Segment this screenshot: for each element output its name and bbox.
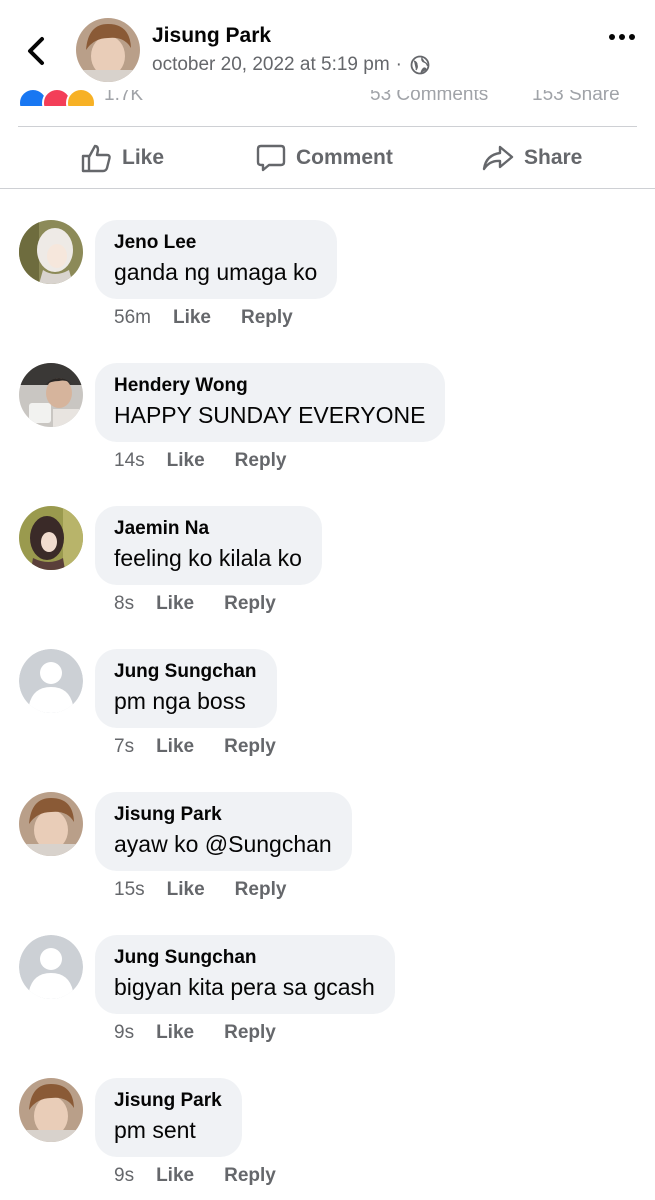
comment-time: 8s [114,593,135,614]
comment-item: Hendery Wong HAPPY SUNDAY EVERYONE 14s L… [0,363,655,506]
commenter-name[interactable]: Jisung Park [114,1089,222,1113]
globe-icon [410,55,430,75]
comment-meta: 8s Like Reply [114,593,276,615]
comment-icon [256,144,286,172]
comment-meta: 7s Like Reply [114,736,276,758]
comment-item: Jeno Lee ganda ng umaga ko 56m Like Repl… [0,220,655,363]
comment-text: pm sent [114,1117,196,1143]
comment-reply-button[interactable]: Reply [235,450,287,472]
comment-time: 9s [114,1165,135,1186]
comment-button-label: Comment [296,146,393,169]
comment-item: Jisung Park pm sent 9s Like Reply [0,1078,655,1200]
post-action-bar: Like Comment Share [0,128,655,188]
comment-text: feeling ko kilala ko [114,545,302,571]
share-icon [482,145,514,171]
comment-bubble[interactable]: Jisung Park ayaw ko @Sungchan [95,792,352,871]
comment-text: bigyan kita pera sa gcash [114,974,375,1000]
comment-bubble[interactable]: Jung Sungchan bigyan kita pera sa gcash [95,935,395,1014]
comment-meta: 9s Like Reply [114,1022,276,1044]
share-button-label: Share [524,146,583,169]
commenter-name[interactable]: Jeno Lee [114,231,317,255]
commenter-avatar[interactable] [19,363,83,427]
more-options-button[interactable] [607,30,637,44]
comment-time: 15s [114,879,145,900]
comment-item: Jung Sungchan bigyan kita pera sa gcash … [0,935,655,1078]
thumbs-up-icon [81,144,111,173]
share-button[interactable]: Share [482,128,582,188]
comment-meta: 15s Like Reply [114,879,286,901]
comment-like-button[interactable]: Like [167,879,205,901]
comment-bubble[interactable]: Jaemin Na feeling ko kilala ko [95,506,322,585]
comment-text: ganda ng umaga ko [114,259,318,285]
author-avatar[interactable] [76,18,140,82]
comment-item: Jung Sungchan pm nga boss 7s Like Reply [0,649,655,792]
comment-button[interactable]: Comment [256,128,393,188]
like-button[interactable]: Like [80,128,164,188]
meta-separator: · [395,54,402,75]
commenter-name[interactable]: Jung Sungchan [114,660,257,684]
comment-like-button[interactable]: Like [156,1165,194,1187]
post-comments-screen: Jisung Park october 20, 2022 at 5:19 pm … [0,0,655,1200]
comment-reply-button[interactable]: Reply [224,593,276,615]
more-dots-icon [609,34,635,40]
commenter-name[interactable]: Jung Sungchan [114,946,375,970]
comment-time: 7s [114,736,135,757]
commenter-name[interactable]: Hendery Wong [114,374,425,398]
comment-like-button[interactable]: Like [173,307,211,329]
comment-time: 14s [114,450,145,471]
commenter-name[interactable]: Jaemin Na [114,517,302,541]
author-name[interactable]: Jisung Park [152,24,271,48]
like-button-label: Like [122,146,165,169]
haha-reaction-icon [66,88,96,106]
comment-reply-button[interactable]: Reply [224,1022,276,1044]
comment-bubble[interactable]: Jeno Lee ganda ng umaga ko [95,220,338,299]
comment-like-button[interactable]: Like [156,736,194,758]
divider [18,126,637,127]
post-timestamp[interactable]: october 20, 2022 at 5:19 pm [152,54,390,76]
chevron-left-icon [28,37,44,65]
comment-bubble[interactable]: Jung Sungchan pm nga boss [95,649,277,728]
comment-bubble[interactable]: Hendery Wong HAPPY SUNDAY EVERYONE [95,363,446,442]
commenter-name[interactable]: Jisung Park [114,803,332,827]
comment-meta: 56m Like Reply [114,307,293,329]
post-meta: october 20, 2022 at 5:19 pm · [152,54,430,76]
commenter-avatar[interactable] [19,792,83,856]
comment-time: 9s [114,1022,135,1043]
comment-reply-button[interactable]: Reply [224,736,276,758]
comment-text: HAPPY SUNDAY EVERYONE [114,402,426,428]
back-button[interactable] [22,34,52,68]
comment-reply-button[interactable]: Reply [241,307,293,329]
comment-reply-button[interactable]: Reply [224,1165,276,1187]
comment-item: Jaemin Na feeling ko kilala ko 8s Like R… [0,506,655,649]
comment-meta: 9s Like Reply [114,1165,276,1187]
post-header: Jisung Park october 20, 2022 at 5:19 pm … [0,0,655,90]
comment-like-button[interactable]: Like [167,450,205,472]
commenter-avatar[interactable] [19,1078,83,1142]
comment-bubble[interactable]: Jisung Park pm sent [95,1078,242,1157]
comment-text: pm nga boss [114,688,246,714]
commenter-avatar[interactable] [19,506,83,570]
default-avatar[interactable] [19,649,83,713]
comment-item: Jisung Park ayaw ko @Sungchan 15s Like R… [0,792,655,935]
divider [0,188,655,189]
comment-like-button[interactable]: Like [156,1022,194,1044]
commenter-avatar[interactable] [19,220,83,284]
comment-meta: 14s Like Reply [114,450,286,472]
comment-time: 56m [114,307,151,328]
comment-reply-button[interactable]: Reply [235,879,287,901]
default-avatar[interactable] [19,935,83,999]
comment-text: ayaw ko @Sungchan [114,831,332,857]
comment-like-button[interactable]: Like [156,593,194,615]
